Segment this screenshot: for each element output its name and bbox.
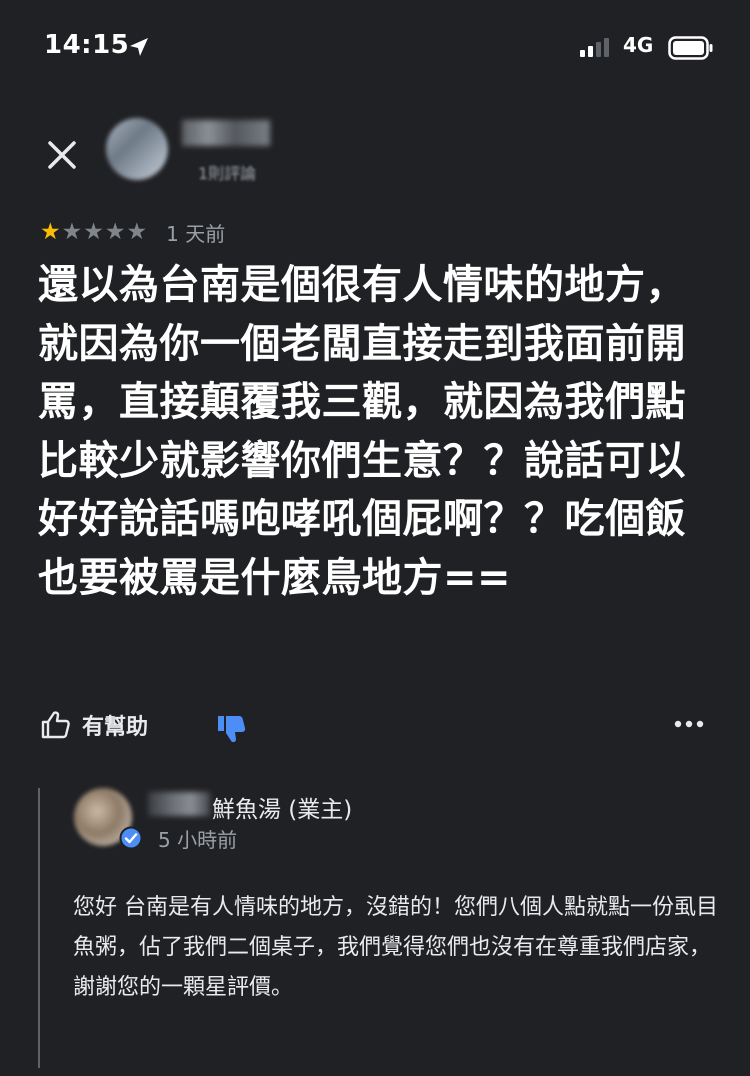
helpful-button[interactable]: 有幫助 xyxy=(40,709,148,741)
star-icon: ★ xyxy=(83,218,104,245)
owner-name-redacted xyxy=(148,792,210,816)
review-time: 1 天前 xyxy=(166,221,226,246)
battery-icon xyxy=(668,36,714,64)
reviewer-review-count: 1則評論 xyxy=(198,164,257,183)
thumbs-down-icon xyxy=(218,716,246,743)
star-icon: ★ xyxy=(61,218,83,245)
star-icon: ★ xyxy=(40,218,61,245)
reviewer-avatar[interactable] xyxy=(106,118,168,180)
owner-name: 鮮魚湯 (業主) xyxy=(212,797,353,823)
more-options-button[interactable] xyxy=(674,716,704,736)
more-horizontal-icon xyxy=(674,720,704,728)
rating-row: ★ ★ ★ ★ ★ 1 天前 xyxy=(40,218,225,246)
cellular-signal-icon xyxy=(580,37,614,61)
reply-divider xyxy=(38,788,40,1068)
reviewer-name-redacted[interactable] xyxy=(182,120,270,146)
owner-reply-time: 5 小時前 xyxy=(158,828,238,852)
not-helpful-button[interactable] xyxy=(215,712,249,750)
status-time: 14:15 xyxy=(44,30,130,60)
thumbs-up-icon xyxy=(41,711,70,739)
location-arrow-icon xyxy=(128,36,150,62)
close-button[interactable] xyxy=(40,133,84,177)
helpful-label: 有幫助 xyxy=(82,715,149,740)
status-bar: 14:15 4G xyxy=(0,0,750,95)
verified-badge-icon xyxy=(119,826,143,854)
star-icon: ★ xyxy=(104,218,126,245)
owner-reply-text: 您好 台南是有人情味的地方，沒錯的！您們八個人點就點一份虱目魚粥，佔了我們二個桌… xyxy=(73,895,718,1000)
close-icon xyxy=(48,141,76,169)
network-type: 4G xyxy=(623,33,654,57)
review-text: 還以為台南是個很有人情味的地方，就因為你一個老闆直接走到我面前開罵，直接顛覆我三… xyxy=(38,262,686,601)
star-icon: ★ xyxy=(126,218,148,245)
